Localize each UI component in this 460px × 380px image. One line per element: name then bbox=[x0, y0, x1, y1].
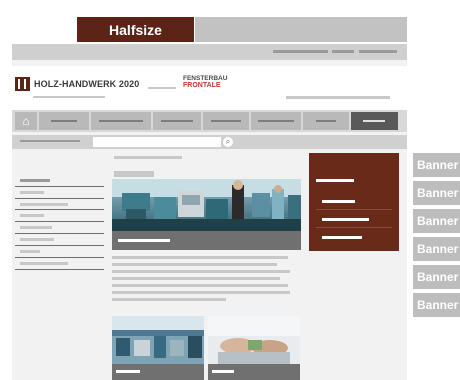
home-icon[interactable]: ⌂ bbox=[15, 112, 37, 130]
banner-ad[interactable]: Banner bbox=[413, 293, 460, 317]
site-logo[interactable]: HOLZ-HANDWERK 2020 bbox=[15, 77, 139, 91]
hero-caption-text bbox=[118, 239, 170, 242]
logo-icon bbox=[15, 77, 30, 91]
search-input[interactable] bbox=[93, 137, 221, 147]
meta-link[interactable] bbox=[273, 50, 328, 53]
nav-item[interactable] bbox=[39, 112, 89, 130]
sidebar-heading bbox=[20, 179, 50, 182]
nav-item[interactable] bbox=[153, 112, 201, 130]
partner-logo-line1: FENSTERBAU bbox=[183, 75, 228, 82]
promo-link[interactable] bbox=[322, 218, 369, 221]
nav-item-active[interactable] bbox=[351, 112, 398, 130]
nav-item[interactable] bbox=[203, 112, 249, 130]
meta-link[interactable] bbox=[332, 50, 354, 53]
teaser-caption bbox=[112, 364, 204, 380]
banner-ad[interactable]: Banner bbox=[413, 237, 460, 261]
article-text-line bbox=[112, 291, 290, 294]
teaser-card[interactable] bbox=[208, 316, 300, 380]
teaser-card[interactable] bbox=[112, 316, 204, 380]
nav-item[interactable] bbox=[303, 112, 349, 130]
sidebar-divider bbox=[15, 245, 104, 246]
partner-logo-line2: FRONTALE bbox=[183, 82, 221, 89]
promo-link[interactable] bbox=[322, 200, 355, 203]
promo-divider bbox=[316, 227, 392, 228]
article-text-line bbox=[112, 277, 280, 280]
header-link[interactable] bbox=[286, 96, 390, 99]
sidebar-item[interactable] bbox=[20, 203, 68, 206]
logo-text: HOLZ-HANDWERK 2020 bbox=[34, 79, 140, 89]
sidebar-item[interactable] bbox=[20, 226, 52, 229]
top-ad-strip bbox=[195, 17, 407, 42]
meta-link[interactable] bbox=[359, 50, 397, 53]
article-text-line bbox=[112, 263, 277, 266]
sidebar-divider bbox=[15, 257, 104, 258]
sidebar-divider bbox=[15, 186, 104, 187]
sidebar-item[interactable] bbox=[20, 250, 40, 253]
search-icon[interactable]: ⌕ bbox=[223, 137, 233, 147]
sidebar-divider bbox=[15, 233, 104, 234]
sidebar-divider bbox=[15, 209, 104, 210]
banner-ad[interactable]: Banner bbox=[413, 181, 460, 205]
promo-box[interactable] bbox=[309, 153, 399, 251]
article-text-line bbox=[112, 284, 288, 287]
halfsize-ad-banner[interactable]: Halfsize bbox=[77, 17, 194, 42]
banner-ad[interactable]: Banner bbox=[413, 153, 460, 177]
promo-heading bbox=[316, 179, 354, 182]
sidebar-divider bbox=[15, 269, 104, 270]
header-separator bbox=[148, 87, 176, 89]
breadcrumb[interactable] bbox=[20, 140, 80, 142]
sidebar-item[interactable] bbox=[20, 238, 54, 241]
sidebar-item[interactable] bbox=[20, 262, 68, 265]
promo-link[interactable] bbox=[322, 236, 362, 239]
sidebar-item[interactable] bbox=[20, 191, 44, 194]
nav-item[interactable] bbox=[251, 112, 301, 130]
sidebar-divider bbox=[15, 221, 104, 222]
sidebar-divider bbox=[15, 198, 104, 199]
hero-image[interactable] bbox=[112, 179, 301, 231]
hero-caption[interactable] bbox=[112, 231, 301, 250]
promo-divider bbox=[316, 209, 392, 210]
article-text-line bbox=[112, 256, 288, 259]
teaser-caption bbox=[208, 364, 300, 380]
article-text-line bbox=[112, 298, 226, 301]
partner-logo[interactable]: FENSTERBAU FRONTALE bbox=[183, 75, 227, 89]
sidebar-item[interactable] bbox=[20, 214, 44, 217]
article-text-line bbox=[112, 270, 290, 273]
banner-ad[interactable]: Banner bbox=[413, 209, 460, 233]
article-kicker bbox=[114, 156, 182, 159]
nav-item[interactable] bbox=[91, 112, 151, 130]
banner-ad[interactable]: Banner bbox=[413, 265, 460, 289]
article-title[interactable] bbox=[114, 171, 154, 177]
logo-tagline bbox=[33, 96, 105, 98]
hero-photo bbox=[112, 179, 301, 231]
